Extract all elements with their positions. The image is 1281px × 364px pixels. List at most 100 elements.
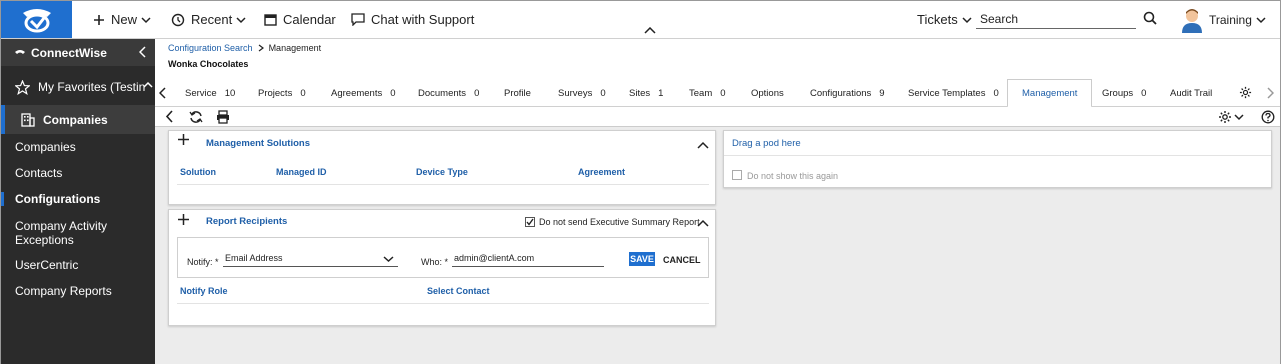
tab-service-templates[interactable]: Service Templates 0 [908,79,999,107]
who-input[interactable]: admin@clientA.com [452,253,604,267]
management-solutions-title[interactable]: Management Solutions [206,138,310,149]
refresh-icon[interactable] [189,110,203,124]
save-button[interactable]: SAVE [629,252,655,266]
notify-select[interactable]: Email Address [223,253,398,267]
tab-label: Options [751,87,784,99]
tab-team[interactable]: Team 0 [689,79,726,107]
tab-count: 0 [993,87,999,99]
column-header-select-contact[interactable]: Select Contact [427,286,490,296]
tabs-scroll-right-icon[interactable] [1266,87,1274,99]
tab-count: 0 [390,87,396,99]
tab-count: 0 [474,87,480,99]
column-header-solution[interactable]: Solution [180,167,216,177]
sidebar-item-usercentric[interactable]: UserCentric [1,258,155,272]
tab-count: 0 [720,87,726,99]
collapse-header-icon[interactable] [644,27,656,35]
column-header-agreement[interactable]: Agreement [578,167,625,177]
who-label: Who: * [421,257,449,267]
tabs-scroll-left-icon[interactable] [159,87,167,99]
sidebar-item-company-reports[interactable]: Company Reports [1,284,155,298]
sidebar-app-header[interactable]: ConnectWise [1,39,155,66]
back-icon[interactable] [165,110,175,123]
calendar-link[interactable]: Calendar [264,1,336,38]
print-icon[interactable] [216,110,230,124]
tab-profile[interactable]: Profile [504,79,531,107]
cancel-button[interactable]: CANCEL [663,255,701,265]
tab-configurations[interactable]: Configurations 9 [810,79,885,107]
tab-management[interactable]: Management [1007,79,1093,108]
avatar[interactable] [1181,7,1203,33]
tab-surveys[interactable]: Surveys 0 [558,79,606,107]
tickets-menu[interactable]: Tickets [917,1,972,38]
tab-label: Projects [258,87,293,99]
breadcrumb-current: Management [268,43,322,53]
exec-summary-checkbox[interactable] [525,217,535,227]
report-recipients-pod: Report Recipients Do not send Executive … [168,209,716,326]
report-recipients-title[interactable]: Report Recipients [206,216,287,227]
recent-menu[interactable]: Recent [171,1,246,38]
chevron-down-icon [236,16,246,24]
column-header-managed-id[interactable]: Managed ID [276,167,327,177]
chevron-up-icon[interactable] [143,81,153,89]
tab-count: 0 [1141,87,1147,99]
main-content: Configuration Search Management Wonka Ch… [155,39,1280,364]
tab-count: 0 [300,87,306,99]
search-input[interactable]: Search [976,9,1136,29]
tab-bar: Service 10 Projects 0 Agreements 0 Document… [155,79,1280,108]
search-icon[interactable] [1143,11,1157,25]
tab-label: Groups [1102,87,1134,99]
connectwise-small-icon [15,49,25,57]
column-header-notify-role[interactable]: Notify Role [180,286,228,296]
chat-support-link[interactable]: Chat with Support [351,1,474,38]
star-icon [15,79,30,95]
new-menu[interactable]: New [93,1,151,38]
connectwise-logo[interactable] [1,1,72,38]
breadcrumb-parent-link[interactable]: Configuration Search [168,43,253,53]
tab-label: Sites [629,87,651,99]
add-icon[interactable] [178,214,189,225]
add-icon[interactable] [178,134,189,145]
tab-agreements[interactable]: Agreements 0 [331,79,396,107]
chevron-up-icon[interactable] [697,141,709,149]
sidebar-item-company-activity-exceptions[interactable]: Company Activity Exceptions [1,219,111,247]
drop-pod-area[interactable]: Drag a pod here Do not show this again [723,130,1272,188]
column-header-device-type[interactable]: Device Type [416,167,468,177]
user-menu[interactable]: Training [1209,1,1266,38]
sidebar-favorites-label: My Favorites (Testin [38,80,146,94]
do-not-show-checkbox[interactable] [732,170,742,180]
exec-summary-label: Do not send Executive Summary Report [539,217,700,227]
tab-label: Profile [504,87,531,99]
sidebar-item-contacts[interactable]: Contacts [1,166,155,180]
notify-label: Notify: * [187,257,219,267]
sidebar-item-configurations[interactable]: Configurations [1,192,155,206]
divider [177,303,709,304]
drop-pod-title: Drag a pod here [732,138,801,149]
tab-audit-trail[interactable]: Audit Trail [1170,79,1212,107]
tab-label: Management [1022,87,1078,99]
tab-count: 1 [658,87,664,99]
sidebar-item-favorites[interactable]: My Favorites (Testin [1,72,155,102]
plus-icon [93,14,105,26]
help-icon[interactable] [1261,110,1275,124]
tab-projects[interactable]: Projects 0 [258,79,306,107]
settings-dropdown-icon[interactable] [1218,110,1244,124]
user-label: Training [1209,12,1252,27]
sidebar-item-companies[interactable]: Companies [1,140,155,154]
gear-icon[interactable] [1239,86,1252,99]
calendar-label: Calendar [283,12,336,27]
collapse-sidebar-icon[interactable] [139,46,147,58]
sidebar: ConnectWise My Favorites (Testin Compani… [1,39,155,364]
tab-label: Agreements [331,87,383,99]
tab-service[interactable]: Service 10 [185,79,235,107]
sidebar-section-companies[interactable]: Companies [1,105,155,134]
tab-sites[interactable]: Sites 1 [629,79,663,107]
chevron-up-icon[interactable] [697,219,709,227]
notify-select-value: Email Address [225,253,283,263]
history-icon [171,13,185,27]
tab-documents[interactable]: Documents 0 [418,79,479,107]
divider [724,155,1271,156]
tab-options[interactable]: Options [751,79,784,107]
calendar-icon [264,13,277,26]
tickets-label: Tickets [917,12,958,27]
tab-groups[interactable]: Groups 0 [1102,79,1146,107]
